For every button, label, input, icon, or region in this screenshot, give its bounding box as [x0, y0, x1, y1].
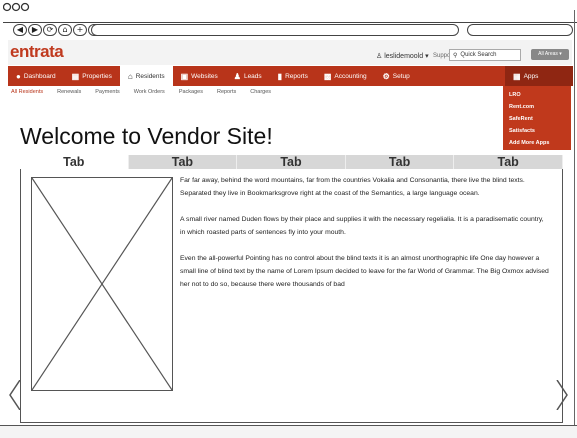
search-icon: ⚲	[453, 53, 458, 59]
subnav-packages[interactable]: Packages	[179, 89, 203, 99]
main-nav: ● Dashboard ▦ Properties ⌂ Residents ▣ W…	[8, 66, 573, 86]
sub-nav: All Residents Renewals Payments Work Ord…	[8, 89, 498, 99]
paragraph: Far far away, behind the word mountains,…	[180, 177, 525, 197]
quick-search-placeholder: Quick Search	[460, 52, 497, 58]
nav-leads-label: Leads	[243, 72, 262, 80]
nav-accounting[interactable]: ▩ Accounting	[316, 66, 375, 86]
apps-menu-item-add-more-apps[interactable]: Add More Apps	[509, 137, 565, 149]
tab-bar: Tab Tab Tab Tab Tab	[20, 155, 563, 169]
nav-reports[interactable]: ▮ Reports	[270, 66, 316, 86]
address-bar[interactable]	[91, 24, 459, 36]
window-dots-icon	[2, 2, 30, 12]
apps-menu-item-satisfacts[interactable]: Satisfacts	[509, 125, 565, 137]
new-tab-button[interactable]: +	[73, 24, 87, 36]
torn-edge-left-icon	[9, 380, 21, 410]
area-select[interactable]: All Areas ▾	[531, 49, 569, 60]
content-text: Far far away, behind the word mountains,…	[180, 174, 550, 304]
browser-search-field[interactable]	[467, 24, 573, 36]
bar-chart-icon: ▮	[277, 71, 283, 81]
browser-nav-buttons: ◀ ▶ ⟳ ⌂ + ■	[13, 24, 102, 36]
user-menu[interactable]: ♙ leslidemoold ▾	[376, 52, 429, 60]
page-title: Welcome to Vendor Site!	[20, 123, 273, 149]
subnav-charges[interactable]: Charges	[250, 89, 271, 99]
home-button[interactable]: ⌂	[58, 24, 72, 36]
nav-setup-label: Setup	[392, 72, 410, 80]
nav-apps[interactable]: ▦ Apps	[505, 66, 573, 86]
nav-websites[interactable]: ▣ Websites	[173, 66, 226, 86]
nav-apps-label: Apps	[523, 72, 539, 80]
building-icon: ▦	[71, 71, 80, 81]
money-icon: ▩	[323, 71, 332, 81]
quick-search-input[interactable]: ⚲ Quick Search	[449, 49, 521, 61]
nav-dashboard-label: Dashboard	[23, 72, 56, 80]
apps-menu-item-lro[interactable]: LRO	[509, 89, 565, 101]
subnav-payments[interactable]: Payments	[95, 89, 119, 99]
apps-menu-item-saferent[interactable]: SafeRent	[509, 113, 565, 125]
nav-residents[interactable]: ⌂ Residents	[119, 66, 173, 86]
tab-2[interactable]: Tab	[128, 155, 238, 169]
apps-dropdown: LRO Rent.com SafeRent Satisfacts Add Mor…	[503, 86, 571, 150]
window-controls[interactable]	[2, 2, 33, 15]
gear-icon: ⚙	[382, 71, 390, 81]
apps-menu-item-rent-com[interactable]: Rent.com	[509, 101, 565, 113]
nav-setup[interactable]: ⚙ Setup	[375, 66, 418, 86]
nav-reports-label: Reports	[285, 72, 308, 80]
torn-edge-right-icon	[556, 380, 568, 410]
nav-residents-label: Residents	[135, 72, 165, 80]
status-bar	[0, 425, 577, 438]
paragraph: A small river named Duden flows by their…	[180, 216, 544, 236]
forward-button[interactable]: ▶	[28, 24, 42, 36]
entrata-logo[interactable]: entrata	[10, 42, 64, 62]
dashboard-icon: ●	[16, 71, 21, 81]
image-placeholder	[31, 177, 173, 391]
site-header: entrata ♙ leslidemoold ▾ Support ⚲ Quick…	[8, 40, 572, 65]
paragraph: Even the all-powerful Pointing has no co…	[180, 255, 549, 288]
reload-button[interactable]: ⟳	[43, 24, 57, 36]
chevron-down-icon: ▾	[425, 53, 429, 60]
subnav-renewals[interactable]: Renewals	[57, 89, 81, 99]
apps-icon: ▦	[513, 71, 521, 81]
tab-3[interactable]: Tab	[237, 155, 346, 169]
home-icon: ⌂	[127, 71, 133, 81]
nav-websites-label: Websites	[191, 72, 218, 80]
window-icon: ▣	[180, 71, 189, 81]
tab-4[interactable]: Tab	[345, 155, 455, 169]
back-button[interactable]: ◀	[13, 24, 27, 36]
user-icon: ♙	[376, 53, 383, 60]
window-frame-right	[573, 10, 575, 430]
user-name: leslidemoold	[384, 53, 424, 60]
subnav-reports[interactable]: Reports	[217, 89, 236, 99]
subnav-all-residents[interactable]: All Residents	[11, 89, 43, 99]
nav-dashboard[interactable]: ● Dashboard	[8, 66, 64, 86]
nav-properties[interactable]: ▦ Properties	[64, 66, 120, 86]
people-icon: ♟	[233, 71, 241, 81]
nav-accounting-label: Accounting	[334, 72, 367, 80]
image-placeholder-icon	[32, 178, 172, 390]
browser-chrome: ◀ ▶ ⟳ ⌂ + ■	[2, 2, 577, 38]
subnav-work-orders[interactable]: Work Orders	[134, 89, 165, 99]
nav-properties-label: Properties	[82, 72, 112, 80]
tab-5[interactable]: Tab	[454, 155, 563, 169]
nav-leads[interactable]: ♟ Leads	[226, 66, 270, 86]
tab-1[interactable]: Tab	[20, 155, 129, 169]
